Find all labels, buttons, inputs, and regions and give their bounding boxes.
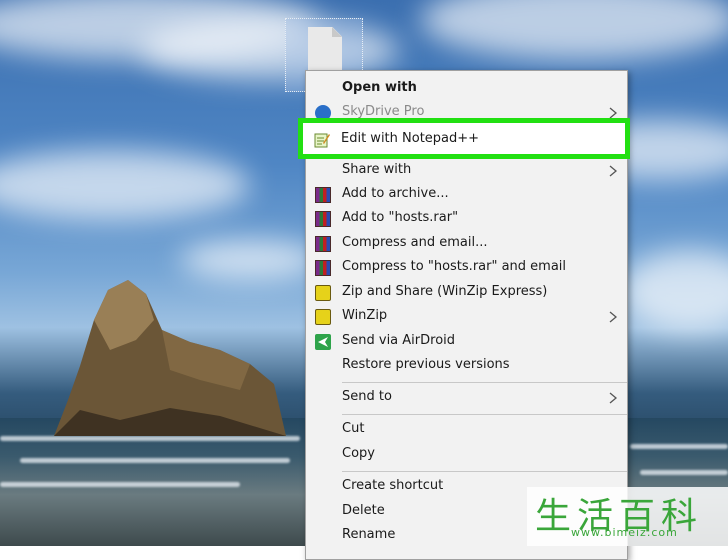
menu-item-label: Cut xyxy=(342,421,365,436)
menu-item-compress-to-hosts-rar-and-email[interactable]: Compress to "hosts.rar" and email xyxy=(306,256,627,280)
winzip-icon xyxy=(315,309,331,325)
menu-item-add-to-hosts-rar[interactable]: Add to "hosts.rar" xyxy=(306,207,627,231)
menu-item-share-with[interactable]: Share with xyxy=(306,159,627,183)
wave xyxy=(0,482,240,487)
menu-item-label: Zip and Share (WinZip Express) xyxy=(342,284,548,299)
wave xyxy=(20,458,290,463)
menu-item-zip-and-share[interactable]: Zip and Share (WinZip Express) xyxy=(306,281,627,305)
menu-item-label: WinZip xyxy=(342,308,388,323)
menu-item-add-to-archive[interactable]: Add to archive... xyxy=(306,183,627,207)
highlighted-menu-item-edit-with-notepad-plus-plus[interactable]: Edit with Notepad++ xyxy=(298,118,630,159)
cloud xyxy=(620,250,728,330)
menu-item-label: Delete xyxy=(342,503,385,518)
wave xyxy=(630,444,728,449)
menu-item-cut[interactable]: Cut xyxy=(306,418,627,442)
watermark: 生活百科 www.bimeiz.com xyxy=(527,487,728,546)
menu-separator xyxy=(342,382,627,383)
winrar-icon xyxy=(315,236,331,252)
menu-item-label: Edit with Notepad++ xyxy=(341,131,480,146)
menu-separator xyxy=(342,471,627,472)
cloud xyxy=(180,240,320,280)
menu-item-send-via-airdroid[interactable]: Send via AirDroid xyxy=(306,330,627,354)
cloud xyxy=(0,150,250,220)
winrar-icon xyxy=(315,211,331,227)
menu-item-label: Open with xyxy=(342,80,417,95)
cloud xyxy=(420,0,728,60)
menu-item-send-to[interactable]: Send to xyxy=(306,386,627,410)
menu-item-open-with[interactable]: Open with xyxy=(306,77,627,101)
menu-item-label: Create shortcut xyxy=(342,478,444,493)
menu-item-label: Restore previous versions xyxy=(342,357,510,372)
winzip-icon xyxy=(315,285,331,301)
menu-item-label: Compress and email... xyxy=(342,235,488,250)
menu-item-winzip[interactable]: WinZip xyxy=(306,305,627,329)
menu-item-compress-and-email[interactable]: Compress and email... xyxy=(306,232,627,256)
menu-separator xyxy=(342,414,627,415)
winrar-icon xyxy=(315,260,331,276)
menu-item-label: Add to "hosts.rar" xyxy=(342,210,459,225)
file-page-fold xyxy=(332,27,342,37)
wave xyxy=(640,470,728,475)
menu-item-label: Compress to "hosts.rar" and email xyxy=(342,259,567,274)
chevron-right-icon xyxy=(609,392,618,404)
menu-item-label: Send to xyxy=(342,389,392,404)
menu-item-label: Share with xyxy=(342,162,412,177)
menu-item-label: Add to archive... xyxy=(342,186,449,201)
chevron-right-icon xyxy=(609,165,618,177)
chevron-right-icon xyxy=(609,311,618,323)
menu-item-label: SkyDrive Pro xyxy=(342,104,425,119)
menu-item-label: Copy xyxy=(342,446,375,461)
sea-stack-rock xyxy=(54,280,286,436)
menu-item-edit-with-notepad-plus-plus[interactable]: Edit with Notepad++ xyxy=(305,128,626,152)
watermark-url: www.bimeiz.com xyxy=(571,526,678,539)
menu-item-copy[interactable]: Copy xyxy=(306,443,627,467)
menu-item-label: Send via AirDroid xyxy=(342,333,456,348)
notepad-plus-plus-icon xyxy=(314,133,330,148)
winrar-icon xyxy=(315,187,331,203)
menu-item-restore-previous-versions[interactable]: Restore previous versions xyxy=(306,354,627,378)
menu-item-label: Rename xyxy=(342,527,396,542)
airdroid-icon xyxy=(315,334,331,350)
